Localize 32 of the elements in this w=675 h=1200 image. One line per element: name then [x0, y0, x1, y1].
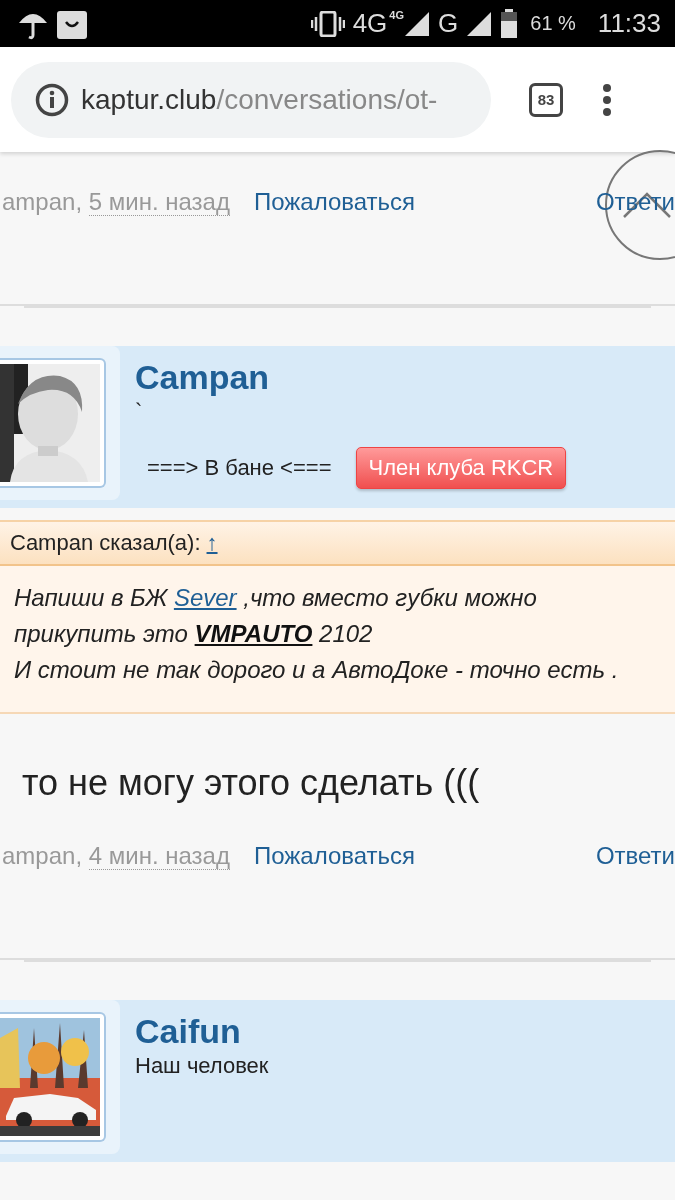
- clock: 11:33: [597, 8, 661, 39]
- post-meta: ampan, 4 мин. назад: [2, 842, 230, 870]
- post-meta: ampan, 5 мин. назад: [2, 188, 230, 216]
- menu-icon[interactable]: [601, 82, 613, 117]
- signal-icon: [404, 10, 431, 37]
- message-text: то не могу этого сделать (((: [21, 761, 481, 804]
- user-title: Наш человек: [135, 1053, 269, 1079]
- battery-icon: [500, 8, 519, 39]
- product-link[interactable]: VMPAUTO: [194, 620, 313, 647]
- info-icon[interactable]: [35, 82, 69, 117]
- network-label: 4G: [352, 8, 388, 39]
- report-link[interactable]: Пожаловаться: [253, 842, 416, 870]
- report-link[interactable]: Пожаловаться: [253, 188, 416, 216]
- tab-count-button[interactable]: 83: [529, 82, 563, 117]
- vibrate-icon: [310, 10, 345, 37]
- jump-to-quote-link[interactable]: ↑: [206, 530, 218, 556]
- quote-author: Campan сказал(а):: [10, 530, 201, 556]
- username-link[interactable]: Campan: [135, 358, 567, 397]
- url-text: kaptur.club/conversations/ot-: [81, 83, 438, 116]
- signal-icon: [466, 10, 493, 37]
- member-badge: Член клуба RKCR: [355, 447, 567, 489]
- battery-level: 61 %: [530, 12, 576, 35]
- reply-link[interactable]: Ответи: [595, 842, 675, 870]
- quote-text: И стоит не так дорого и а АвтоДоке - точно есть .: [14, 655, 620, 685]
- user-status: ===> В бане <===: [147, 455, 332, 481]
- user-title: `: [135, 399, 144, 425]
- username-link[interactable]: Caifun: [135, 1012, 269, 1051]
- address-bar[interactable]: kaptur.club/conversations/ot-: [11, 61, 491, 138]
- network-type-label: 4G: [389, 8, 405, 21]
- user-mention-link[interactable]: Sever: [173, 584, 237, 611]
- quote-text: Напиши в БЖ Sever ,что вместо губки можно прикупить это VMPAUTO 2102: [14, 583, 538, 649]
- network-label: G: [438, 8, 459, 39]
